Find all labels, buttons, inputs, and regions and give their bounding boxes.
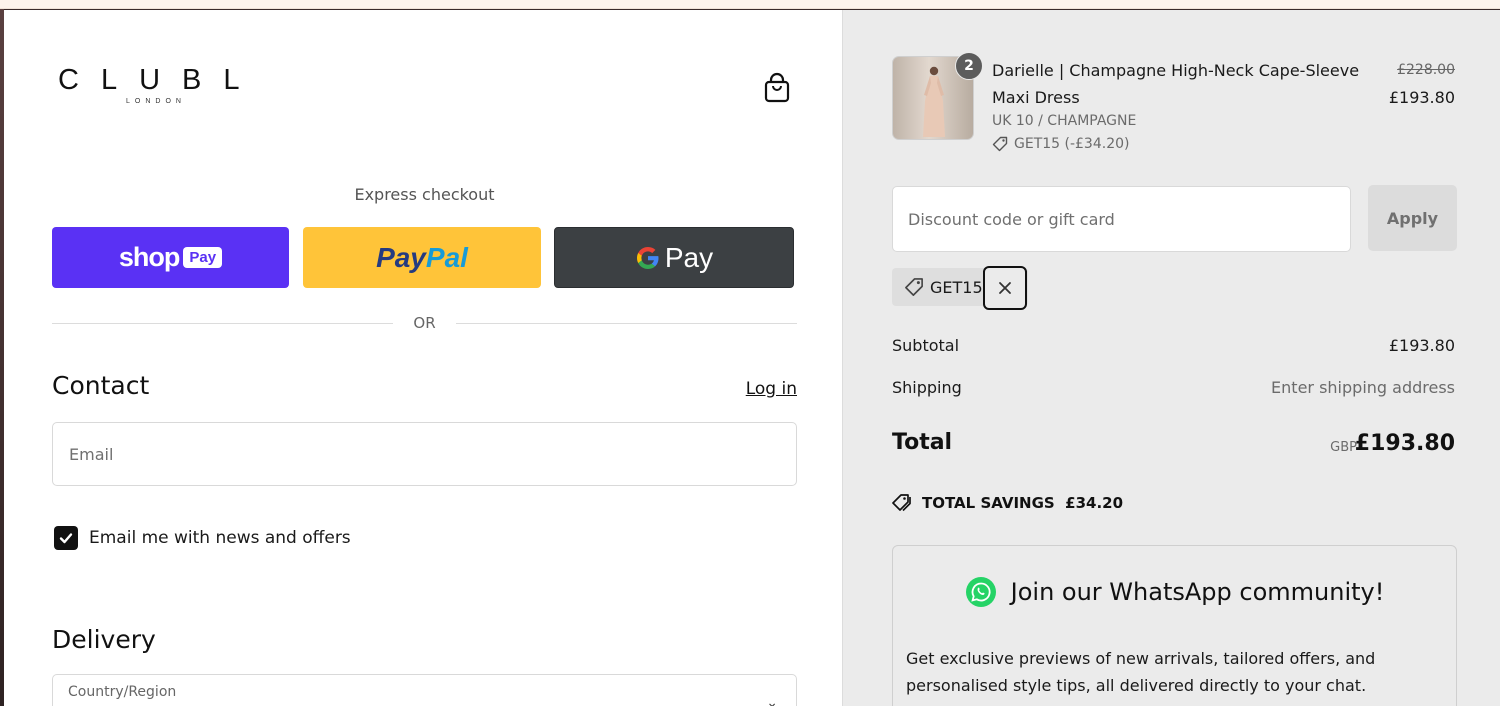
- total-value: £193.80: [1354, 431, 1455, 456]
- whatsapp-title-row: Join our WhatsApp community!: [893, 576, 1456, 608]
- current-price: £193.80: [1388, 88, 1455, 107]
- browser-top-strip: [0, 0, 1500, 9]
- original-price: £228.00: [1397, 62, 1455, 78]
- or-divider: OR: [52, 312, 798, 334]
- google-g-icon: [636, 246, 659, 269]
- shopping-bag-icon[interactable]: [762, 72, 792, 104]
- shop-pay-logo: shop: [118, 242, 180, 272]
- discount-code-input[interactable]: [892, 186, 1351, 252]
- contact-heading: Contact: [52, 371, 150, 400]
- total-currency: GBP: [1330, 440, 1357, 455]
- checkmark-icon: [59, 533, 73, 544]
- whatsapp-icon: [965, 577, 996, 607]
- total-savings: TOTAL SAVINGS £34.20: [892, 493, 1123, 513]
- product-variant: UK 10 / CHAMPAGNE: [992, 113, 1137, 129]
- paypal-logo: PayPal: [376, 242, 468, 274]
- remove-discount-button[interactable]: [983, 266, 1027, 310]
- shipping-label: Shipping: [892, 378, 962, 397]
- newsletter-option[interactable]: Email me with news and offers: [54, 526, 351, 550]
- country-region-label: Country/Region: [68, 684, 177, 700]
- checkout-main: CLUBL LONDON Express checkout shop Pay P…: [4, 10, 842, 706]
- google-pay-button[interactable]: Pay: [554, 227, 794, 288]
- apply-button[interactable]: Apply: [1368, 185, 1457, 251]
- log-in-link[interactable]: Log in: [724, 379, 797, 399]
- paypal-logo-part1: Pay: [376, 241, 426, 273]
- subtotal-label: Subtotal: [892, 336, 960, 355]
- applied-code-text: GET15: [930, 277, 983, 297]
- whatsapp-description: Get exclusive previews of new arrivals, …: [906, 649, 1376, 695]
- order-summary: 2 Darielle | Champagne High-Neck Cape-Sl…: [842, 10, 1500, 706]
- shop-pay-button[interactable]: shop Pay: [52, 227, 289, 288]
- paypal-button[interactable]: PayPal: [303, 227, 541, 288]
- tag-icon: [992, 136, 1008, 152]
- google-pay-label: Pay: [664, 241, 714, 273]
- country-region-select[interactable]: Country/Region ⌄: [52, 674, 797, 706]
- newsletter-label: Email me with news and offers: [89, 528, 351, 548]
- email-field[interactable]: [52, 422, 797, 486]
- tag-icon: [905, 278, 923, 296]
- logo-subtitle: LONDON: [126, 98, 186, 105]
- chevron-down-icon: ⌄: [766, 695, 778, 706]
- whatsapp-title: Join our WhatsApp community!: [1010, 578, 1385, 606]
- logo-wordmark: CLUBL: [58, 64, 262, 96]
- savings-tag-icon: [892, 494, 911, 512]
- whatsapp-community-card: Join our WhatsApp community! Get exclusi…: [892, 545, 1457, 706]
- delivery-heading: Delivery: [52, 625, 156, 654]
- or-label: OR: [413, 314, 436, 332]
- newsletter-checkbox[interactable]: [54, 526, 78, 550]
- close-icon: [999, 282, 1011, 294]
- store-logo[interactable]: CLUBL LONDON: [58, 64, 272, 105]
- divider-line-right: [455, 322, 798, 324]
- quantity-badge: 2: [955, 52, 983, 80]
- subtotal-value: £193.80: [1388, 336, 1455, 355]
- total-label: Total: [892, 430, 953, 455]
- product-title: Darielle | Champagne High-Neck Cape-Slee…: [992, 61, 1360, 107]
- paypal-logo-part2: Pal: [425, 241, 468, 273]
- shop-pay-badge: Pay: [183, 247, 223, 268]
- google-pay-logo: Pay: [635, 242, 713, 274]
- total-savings-text: TOTAL SAVINGS £34.20: [922, 494, 1124, 512]
- express-checkout-label: Express checkout: [354, 185, 495, 204]
- dress-figure-image: [923, 66, 945, 137]
- product-discount: GET15 (-£34.20): [992, 136, 1129, 152]
- shipping-value: Enter shipping address: [1271, 378, 1455, 397]
- product-discount-text: GET15 (-£34.20): [1014, 136, 1130, 152]
- divider-line-left: [52, 322, 394, 324]
